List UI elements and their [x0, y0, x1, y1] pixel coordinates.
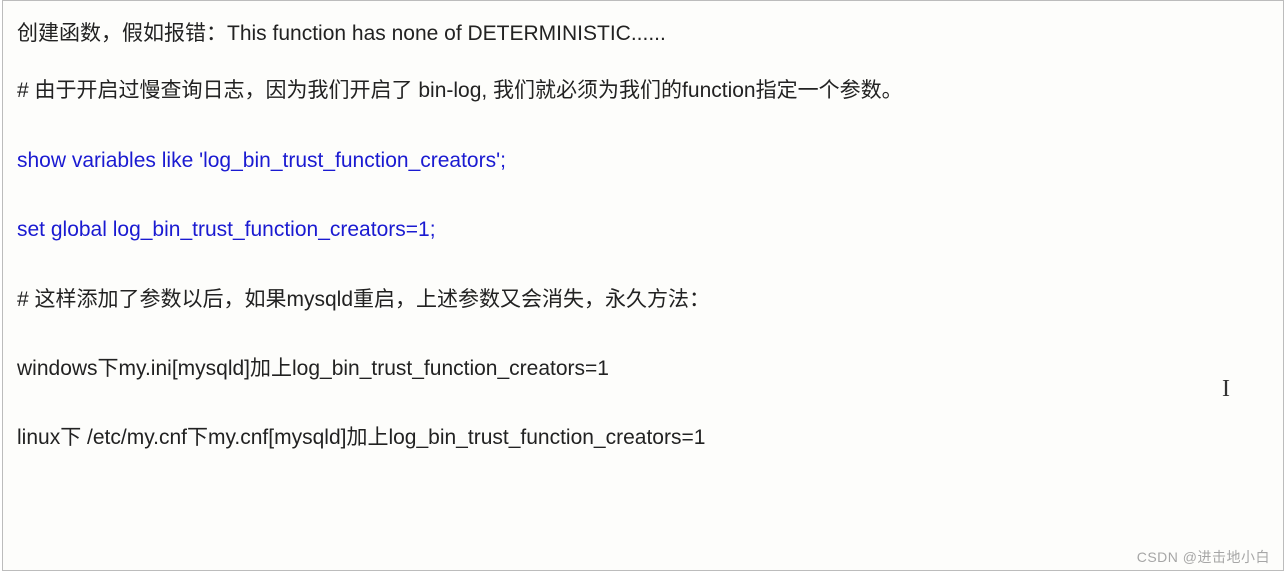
sql-line-1: show variables like 'log_bin_trust_funct… — [17, 146, 1269, 175]
text-line-3: # 这样添加了参数以后，如果mysqld重启，上述参数又会消失，永久方法： — [17, 285, 1269, 314]
sql-line-2: set global log_bin_trust_function_creato… — [17, 215, 1269, 244]
text-line-1: 创建函数，假如报错：This function has none of DETE… — [17, 19, 1269, 48]
document-frame: 创建函数，假如报错：This function has none of DETE… — [2, 0, 1284, 571]
text-line-2: # 由于开启过慢查询日志，因为我们开启了 bin-log, 我们就必须为我们的f… — [17, 76, 1269, 105]
text-line-5: linux下 /etc/my.cnf下my.cnf[mysqld]加上log_b… — [17, 423, 1269, 452]
text-line-4: windows下my.ini[mysqld]加上log_bin_trust_fu… — [17, 354, 1269, 383]
